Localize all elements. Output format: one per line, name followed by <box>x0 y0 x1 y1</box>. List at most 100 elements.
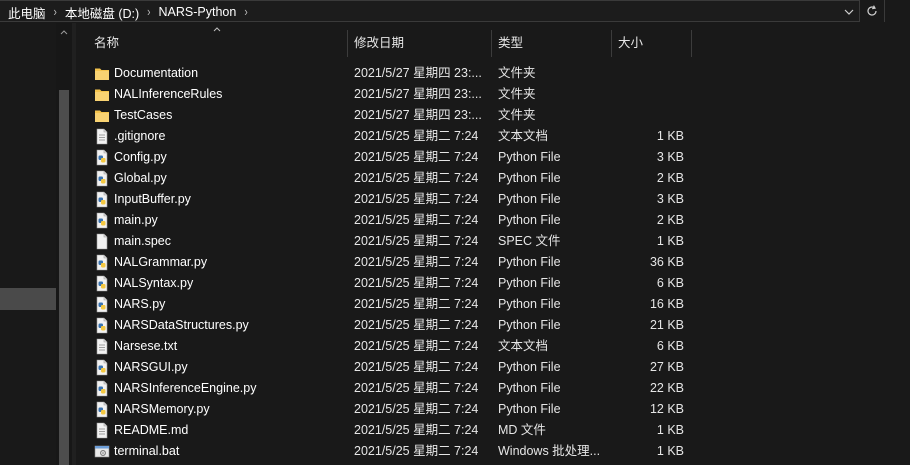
breadcrumb-separator[interactable]: › <box>54 5 57 19</box>
text-file-icon <box>94 338 110 355</box>
file-size: 3 KB <box>656 150 684 164</box>
file-name: main.spec <box>114 234 171 248</box>
file-modified-date: 2021/5/25 星期二 7:24 <box>354 339 479 353</box>
file-name: NARS.py <box>114 297 166 311</box>
file-row[interactable]: main.spec 2021/5/25 星期二 7:24 SPEC 文件 1 KB <box>76 231 910 252</box>
file-row[interactable]: Config.py 2021/5/25 星期二 7:24 Python File 3 … <box>76 147 910 168</box>
file-modified-date: 2021/5/27 星期四 23:... <box>354 87 482 101</box>
file-type: SPEC 文件 <box>498 234 561 248</box>
column-header-date[interactable]: 修改日期 <box>354 30 404 57</box>
file-type: Python File <box>498 402 561 416</box>
file-size: 6 KB <box>656 339 684 353</box>
nav-selected-item[interactable] <box>0 288 56 310</box>
file-size: 1 KB <box>656 234 684 248</box>
file-row[interactable]: TestCases 2021/5/27 星期四 23:... 文件夹 <box>76 105 910 126</box>
breadcrumb-this-pc[interactable]: 此电脑 <box>8 3 46 22</box>
python-file-icon <box>94 254 110 271</box>
breadcrumb: 此电脑 › 本地磁盘 (D:) › NARS-Python › <box>8 3 256 22</box>
file-type: Python File <box>498 276 561 290</box>
breadcrumb-separator[interactable]: › <box>147 5 150 19</box>
file-row[interactable]: Documentation 2021/5/27 星期四 23:... 文件夹 <box>76 63 910 84</box>
file-name: InputBuffer.py <box>114 192 191 206</box>
file-type: Python File <box>498 381 561 395</box>
file-modified-date: 2021/5/25 星期二 7:24 <box>354 402 479 416</box>
file-row[interactable]: NARSDataStructures.py 2021/5/25 星期二 7:24 P… <box>76 315 910 336</box>
file-type: Python File <box>498 171 561 185</box>
file-size: 36 KB <box>649 255 684 269</box>
python-file-icon <box>94 170 110 187</box>
column-header-size[interactable]: 大小 <box>618 30 643 57</box>
file-row[interactable]: NARS.py 2021/5/25 星期二 7:24 Python File 16 K… <box>76 294 910 315</box>
breadcrumb-local-disk[interactable]: 本地磁盘 (D:) <box>65 3 139 22</box>
file-row[interactable]: Narsese.txt 2021/5/25 星期二 7:24 文本文档 6 KB <box>76 336 910 357</box>
address-field[interactable]: 此电脑 › 本地磁盘 (D:) › NARS-Python › <box>0 0 860 22</box>
file-name: Config.py <box>114 150 167 164</box>
file-row[interactable]: .gitignore 2021/5/25 星期二 7:24 文本文档 1 KB <box>76 126 910 147</box>
navigation-pane <box>0 23 72 465</box>
file-name: NARSMemory.py <box>114 402 210 416</box>
python-file-icon <box>94 401 110 418</box>
file-name: NALGrammar.py <box>114 255 208 269</box>
file-size: 22 KB <box>649 381 684 395</box>
file-row[interactable]: terminal.bat 2021/5/25 星期二 7:24 Windows 批处… <box>76 441 910 462</box>
folder-icon <box>94 65 110 82</box>
file-name: Global.py <box>114 171 167 185</box>
file-modified-date: 2021/5/25 星期二 7:24 <box>354 192 479 206</box>
scroll-up-icon[interactable] <box>59 28 69 36</box>
file-size: 1 KB <box>656 129 684 143</box>
column-separator[interactable] <box>347 30 348 57</box>
column-header-name[interactable]: 名称 <box>94 30 119 57</box>
file-row[interactable]: Global.py 2021/5/25 星期二 7:24 Python File 2 … <box>76 168 910 189</box>
column-separator[interactable] <box>611 30 612 57</box>
refresh-icon <box>867 5 877 16</box>
file-type: 文件夹 <box>498 66 536 80</box>
file-name: TestCases <box>114 108 173 122</box>
breadcrumb-separator[interactable]: › <box>244 5 247 19</box>
folder-icon <box>94 86 110 103</box>
file-modified-date: 2021/5/25 星期二 7:24 <box>354 171 479 185</box>
file-row[interactable]: NALGrammar.py 2021/5/25 星期二 7:24 Python Fi… <box>76 252 910 273</box>
breadcrumb-nars-python[interactable]: NARS-Python <box>159 5 237 19</box>
file-row[interactable]: main.py 2021/5/25 星期二 7:24 Python File 2 KB <box>76 210 910 231</box>
python-file-icon <box>94 191 110 208</box>
file-size <box>616 63 684 84</box>
python-file-icon <box>94 149 110 166</box>
file-row[interactable]: NARSGUI.py 2021/5/25 星期二 7:24 Python File 2… <box>76 357 910 378</box>
nav-scrollbar-thumb[interactable] <box>59 90 69 465</box>
file-modified-date: 2021/5/25 星期二 7:24 <box>354 360 479 374</box>
file-type: 文本文档 <box>498 339 549 353</box>
text-file-icon <box>94 422 110 439</box>
file-size: 1 KB <box>656 423 684 437</box>
file-type: Python File <box>498 255 561 269</box>
file-name: terminal.bat <box>114 444 180 458</box>
file-size: 6 KB <box>656 276 684 290</box>
file-row[interactable]: InputBuffer.py 2021/5/25 星期二 7:24 Python F… <box>76 189 910 210</box>
nav-scrollbar[interactable] <box>56 23 72 465</box>
file-size: 16 KB <box>649 297 684 311</box>
column-separator[interactable] <box>691 30 692 57</box>
file-name: NALInferenceRules <box>114 87 223 101</box>
file-modified-date: 2021/5/25 星期二 7:24 <box>354 297 479 311</box>
file-size: 3 KB <box>656 192 684 206</box>
blank-file-icon <box>94 233 110 250</box>
python-file-icon <box>94 212 110 229</box>
column-header-type[interactable]: 类型 <box>498 30 523 57</box>
file-modified-date: 2021/5/25 星期二 7:24 <box>354 318 479 332</box>
column-separator[interactable] <box>491 30 492 57</box>
refresh-button[interactable] <box>862 1 882 21</box>
file-name: NARSDataStructures.py <box>114 318 249 332</box>
file-type: 文本文档 <box>498 129 549 143</box>
file-modified-date: 2021/5/25 星期二 7:24 <box>354 276 479 290</box>
python-file-icon <box>94 359 110 376</box>
file-modified-date: 2021/5/27 星期四 23:... <box>354 66 482 80</box>
file-modified-date: 2021/5/25 星期二 7:24 <box>354 129 479 143</box>
file-row[interactable]: README.md 2021/5/25 星期二 7:24 MD 文件 1 KB <box>76 420 910 441</box>
file-row[interactable]: NARSMemory.py 2021/5/25 星期二 7:24 Python Fi… <box>76 399 910 420</box>
file-row[interactable]: NALInferenceRules 2021/5/27 星期四 23:... 文件夹 <box>76 84 910 105</box>
file-type: Python File <box>498 150 561 164</box>
file-size: 12 KB <box>649 402 684 416</box>
file-size <box>616 105 684 126</box>
file-row[interactable]: NALSyntax.py 2021/5/25 星期二 7:24 Python Fil… <box>76 273 910 294</box>
file-row[interactable]: NARSInferenceEngine.py 2021/5/25 星期二 7:24… <box>76 378 910 399</box>
address-history-dropdown[interactable] <box>842 5 856 19</box>
